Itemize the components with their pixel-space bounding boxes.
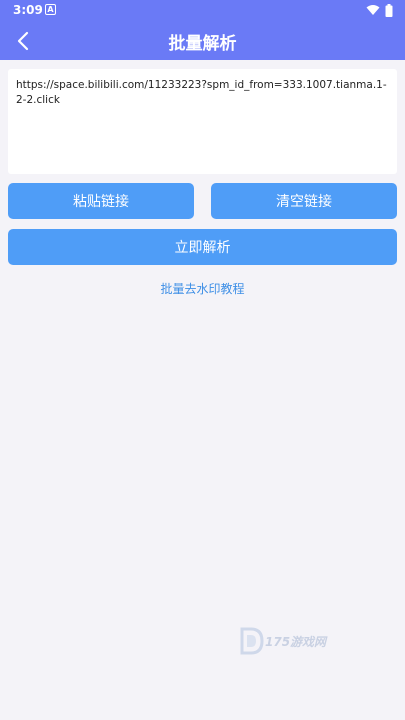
page-title: 批量解析 bbox=[168, 34, 237, 54]
notification-icon: A bbox=[45, 4, 56, 15]
status-bar: 3:09 A bbox=[0, 0, 405, 22]
clear-link-button[interactable]: 清空链接 bbox=[211, 183, 397, 219]
status-time: 3:09 bbox=[13, 3, 43, 17]
battery-icon bbox=[385, 4, 393, 17]
watermark-logo-icon bbox=[240, 627, 264, 655]
tutorial-link[interactable]: 批量去水印教程 bbox=[0, 280, 405, 297]
wifi-icon bbox=[366, 5, 380, 15]
parse-now-button[interactable]: 立即解析 bbox=[8, 229, 397, 265]
paste-link-button[interactable]: 粘贴链接 bbox=[8, 183, 194, 219]
link-input[interactable]: https://space.bilibili.com/11233223?spm_… bbox=[8, 69, 397, 174]
watermark-text: 175游戏网 bbox=[265, 635, 327, 649]
app-bar: 批量解析 bbox=[0, 22, 405, 60]
